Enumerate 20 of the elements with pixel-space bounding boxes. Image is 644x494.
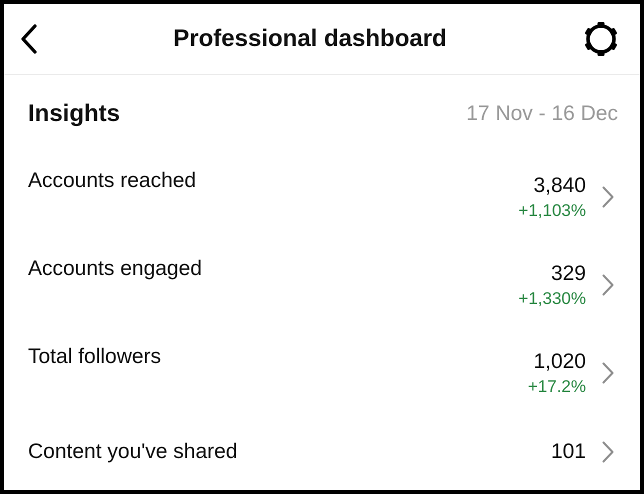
section-title: Insights [28, 100, 120, 128]
metric-value: 1,020 [533, 350, 586, 374]
back-icon[interactable] [20, 24, 38, 54]
metric-value: 3,840 [533, 174, 586, 198]
metric-value: 101 [550, 440, 586, 464]
chevron-icon[interactable] [602, 441, 614, 463]
metric-value: 329 [550, 262, 586, 286]
metric-label: Total followers [28, 345, 162, 369]
metric-label: Accounts reached [28, 169, 198, 193]
metric-label: Content you've shared [28, 440, 238, 464]
metric-change: +1,103% [518, 200, 586, 220]
page-title: Professional dashboard [173, 25, 447, 53]
chevron-icon[interactable] [602, 274, 614, 296]
metric-change: +17.2% [528, 376, 586, 396]
chevron-icon[interactable] [602, 186, 614, 208]
metric-change: +1,330% [518, 288, 586, 308]
date-range: 17 Nov - 16 Dec [466, 102, 618, 126]
metric-label: Accounts engaged [28, 257, 203, 281]
chevron-icon[interactable] [602, 362, 614, 384]
settings-icon[interactable] [582, 20, 620, 58]
